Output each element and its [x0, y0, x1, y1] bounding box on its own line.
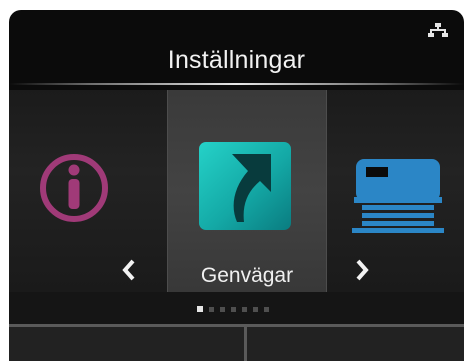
menu-item-label: Genvägar: [200, 264, 294, 287]
status-bar: [9, 10, 464, 40]
page-indicator: [9, 292, 464, 328]
printer-icon: [352, 159, 444, 233]
softkey-bar: [9, 324, 464, 361]
header: Inställningar: [9, 40, 464, 90]
menu-carousel: Genvägar: [9, 90, 464, 292]
page-title: Inställningar: [167, 46, 306, 74]
network-icon: [428, 23, 448, 37]
page-dot: [209, 307, 214, 312]
previous-arrow-button[interactable]: [117, 256, 141, 284]
page-dot: [253, 307, 258, 312]
title-underline: [9, 83, 464, 85]
display-screen: Inställningar Genvägar: [9, 10, 464, 361]
page-dots: [197, 306, 269, 313]
menu-item-shortcuts[interactable]: Genvägar: [167, 90, 327, 292]
softkey-left-button[interactable]: [9, 327, 244, 361]
info-icon: [40, 154, 108, 222]
next-arrow-button[interactable]: [350, 256, 374, 284]
page-dot: [264, 307, 269, 312]
menu-item-information[interactable]: [9, 90, 166, 292]
menu-item-printer[interactable]: [327, 90, 464, 292]
page-dot: [220, 307, 225, 312]
page-dot-active: [197, 306, 203, 312]
page-dot: [231, 307, 236, 312]
chevron-left-icon: [122, 259, 135, 281]
softkey-right-button[interactable]: [247, 327, 464, 361]
page-dot: [242, 307, 247, 312]
chevron-right-icon: [356, 259, 369, 281]
shortcut-icon: [199, 142, 291, 230]
